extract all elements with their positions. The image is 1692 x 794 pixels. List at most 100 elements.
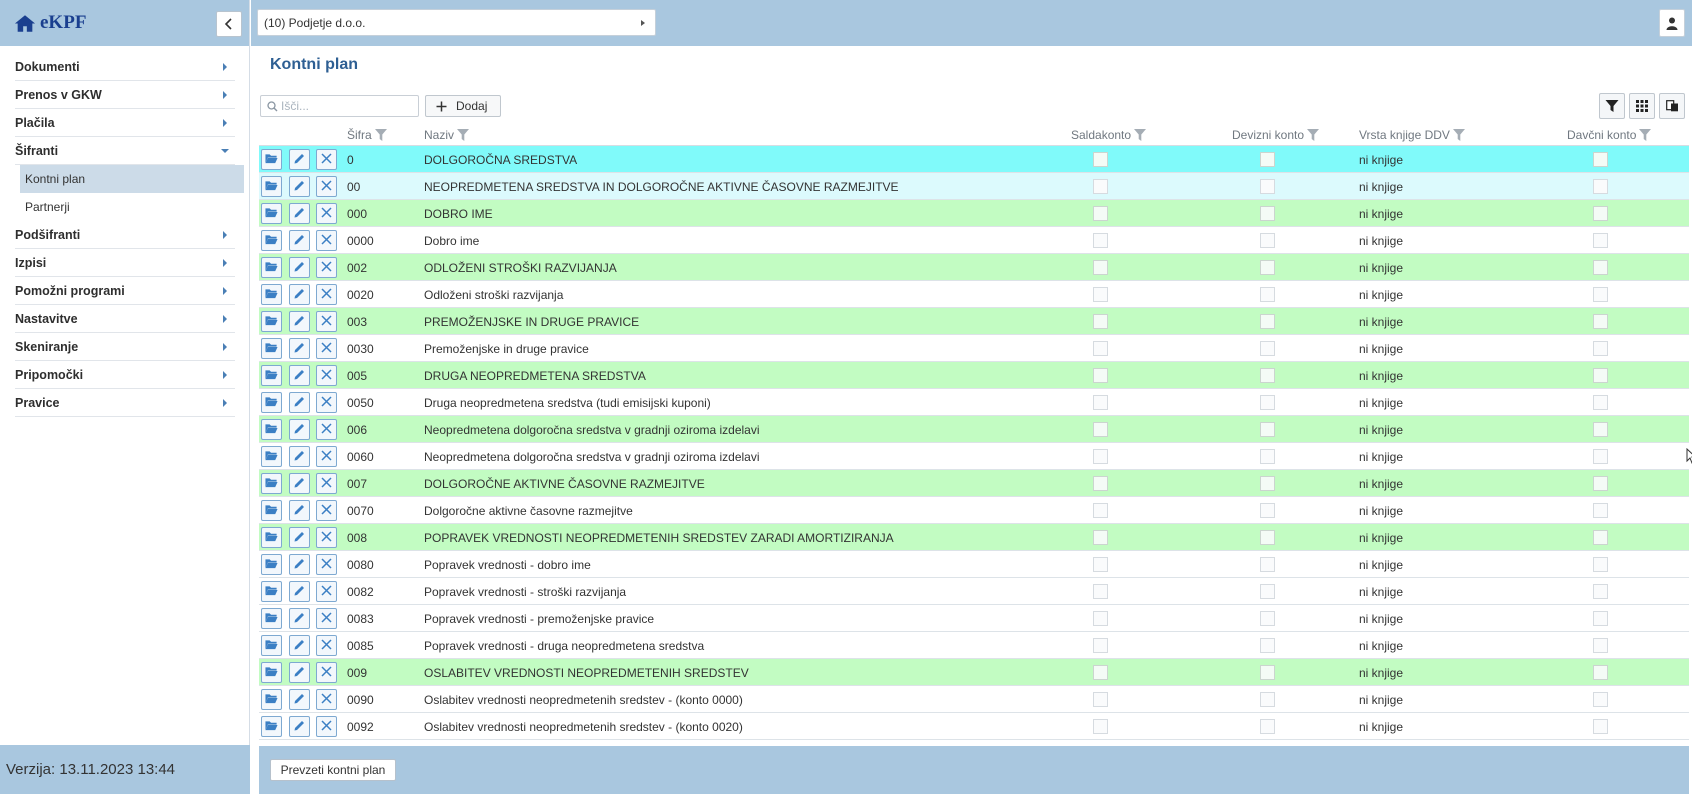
checkbox-devizni[interactable] <box>1260 584 1275 599</box>
delete-button[interactable] <box>316 284 337 305</box>
checkbox-devizni[interactable] <box>1260 476 1275 491</box>
edit-button[interactable] <box>289 716 310 737</box>
filter-toggle-button[interactable] <box>1599 93 1625 119</box>
table-row[interactable]: 005 DRUGA NEOPREDMETENA SREDSTVA ni knjige <box>259 362 1689 389</box>
delete-button[interactable] <box>316 446 337 467</box>
edit-button[interactable] <box>289 311 310 332</box>
delete-button[interactable] <box>316 338 337 359</box>
open-button[interactable] <box>261 365 282 386</box>
checkbox-davcni[interactable] <box>1593 584 1608 599</box>
checkbox-saldakonto[interactable] <box>1093 530 1108 545</box>
edit-button[interactable] <box>289 608 310 629</box>
table-row[interactable]: 007 DOLGOROČNE AKTIVNE ČASOVNE RAZMEJITVE… <box>259 470 1689 497</box>
checkbox-saldakonto[interactable] <box>1093 719 1108 734</box>
sidebar-item-dokumenti[interactable]: Dokumenti <box>15 53 235 81</box>
delete-button[interactable] <box>316 419 337 440</box>
checkbox-saldakonto[interactable] <box>1093 341 1108 356</box>
open-button[interactable] <box>261 257 282 278</box>
delete-button[interactable] <box>316 554 337 575</box>
checkbox-davcni[interactable] <box>1593 179 1608 194</box>
checkbox-devizni[interactable] <box>1260 719 1275 734</box>
checkbox-devizni[interactable] <box>1260 260 1275 275</box>
checkbox-davcni[interactable] <box>1593 692 1608 707</box>
checkbox-saldakonto[interactable] <box>1093 611 1108 626</box>
checkbox-devizni[interactable] <box>1260 422 1275 437</box>
table-row[interactable]: 0060 Neopredmetena dolgoročna sredstva v … <box>259 443 1689 470</box>
checkbox-davcni[interactable] <box>1593 638 1608 653</box>
open-button[interactable] <box>261 500 282 521</box>
checkbox-devizni[interactable] <box>1260 557 1275 572</box>
checkbox-davcni[interactable] <box>1593 314 1608 329</box>
checkbox-davcni[interactable] <box>1593 719 1608 734</box>
edit-button[interactable] <box>289 581 310 602</box>
checkbox-saldakonto[interactable] <box>1093 422 1108 437</box>
checkbox-saldakonto[interactable] <box>1093 584 1108 599</box>
filter-icon[interactable] <box>456 128 470 142</box>
checkbox-saldakonto[interactable] <box>1093 152 1108 167</box>
edit-button[interactable] <box>289 500 310 521</box>
column-header-saldakonto[interactable]: Saldakonto <box>1071 128 1147 142</box>
delete-button[interactable] <box>316 473 337 494</box>
checkbox-devizni[interactable] <box>1260 206 1275 221</box>
checkbox-saldakonto[interactable] <box>1093 314 1108 329</box>
table-row[interactable]: 0000 Dobro ime ni knjige <box>259 227 1689 254</box>
checkbox-saldakonto[interactable] <box>1093 557 1108 572</box>
checkbox-devizni[interactable] <box>1260 314 1275 329</box>
delete-button[interactable] <box>316 527 337 548</box>
edit-button[interactable] <box>289 446 310 467</box>
edit-button[interactable] <box>289 392 310 413</box>
delete-button[interactable] <box>316 581 337 602</box>
table-row[interactable]: 003 PREMOŽENJSKE IN DRUGE PRAVICE ni knjig… <box>259 308 1689 335</box>
sidebar-item-nastavitve[interactable]: Nastavitve <box>15 305 235 333</box>
open-button[interactable] <box>261 662 282 683</box>
edit-button[interactable] <box>289 419 310 440</box>
import-chart-of-accounts-button[interactable]: Prevzeti kontni plan <box>270 759 396 781</box>
table-row[interactable]: 0030 Premoženjske in druge pravice ni knji… <box>259 335 1689 362</box>
delete-button[interactable] <box>316 176 337 197</box>
table-row[interactable]: 006 Neopredmetena dolgoročna sredstva v g… <box>259 416 1689 443</box>
delete-button[interactable] <box>316 635 337 656</box>
checkbox-saldakonto[interactable] <box>1093 476 1108 491</box>
delete-button[interactable] <box>316 500 337 521</box>
open-button[interactable] <box>261 284 282 305</box>
checkbox-davcni[interactable] <box>1593 287 1608 302</box>
table-row[interactable]: 0050 Druga neopredmetena sredstva (tudi e… <box>259 389 1689 416</box>
filter-icon[interactable] <box>1638 128 1652 142</box>
checkbox-devizni[interactable] <box>1260 665 1275 680</box>
checkbox-devizni[interactable] <box>1260 503 1275 518</box>
edit-button[interactable] <box>289 338 310 359</box>
table-row[interactable]: 0085 Popravek vrednosti - druga neopredme… <box>259 632 1689 659</box>
sidebar-item-pripomocki[interactable]: Pripomočki <box>15 361 235 389</box>
checkbox-saldakonto[interactable] <box>1093 206 1108 221</box>
sidebar-item-prenos-v-gkw[interactable]: Prenos v GKW <box>15 81 235 109</box>
sidebar-item-sifranti[interactable]: Šifranti <box>15 137 235 165</box>
delete-button[interactable] <box>316 365 337 386</box>
filter-icon[interactable] <box>374 128 388 142</box>
edit-button[interactable] <box>289 689 310 710</box>
table-row[interactable]: 0070 Dolgoročne aktivne časovne razmejitv… <box>259 497 1689 524</box>
checkbox-davcni[interactable] <box>1593 530 1608 545</box>
delete-button[interactable] <box>316 257 337 278</box>
open-button[interactable] <box>261 419 282 440</box>
open-button[interactable] <box>261 176 282 197</box>
checkbox-davcni[interactable] <box>1593 665 1608 680</box>
search-input[interactable]: Išči... <box>260 95 419 117</box>
open-button[interactable] <box>261 554 282 575</box>
edit-button[interactable] <box>289 635 310 656</box>
open-button[interactable] <box>261 338 282 359</box>
user-button[interactable] <box>1659 9 1685 37</box>
delete-button[interactable] <box>316 662 337 683</box>
sidebar-item-placila[interactable]: Plačila <box>15 109 235 137</box>
checkbox-davcni[interactable] <box>1593 206 1608 221</box>
checkbox-davcni[interactable] <box>1593 152 1608 167</box>
table-row[interactable]: 0083 Popravek vrednosti - premoženjske pr… <box>259 605 1689 632</box>
sidebar-item-podsifranti[interactable]: Podšifranti <box>15 221 235 249</box>
checkbox-davcni[interactable] <box>1593 557 1608 572</box>
collapse-sidebar-button[interactable] <box>216 11 242 37</box>
delete-button[interactable] <box>316 392 337 413</box>
column-header-name[interactable]: Naziv <box>424 128 470 142</box>
edit-button[interactable] <box>289 554 310 575</box>
edit-button[interactable] <box>289 473 310 494</box>
open-button[interactable] <box>261 203 282 224</box>
checkbox-saldakonto[interactable] <box>1093 449 1108 464</box>
